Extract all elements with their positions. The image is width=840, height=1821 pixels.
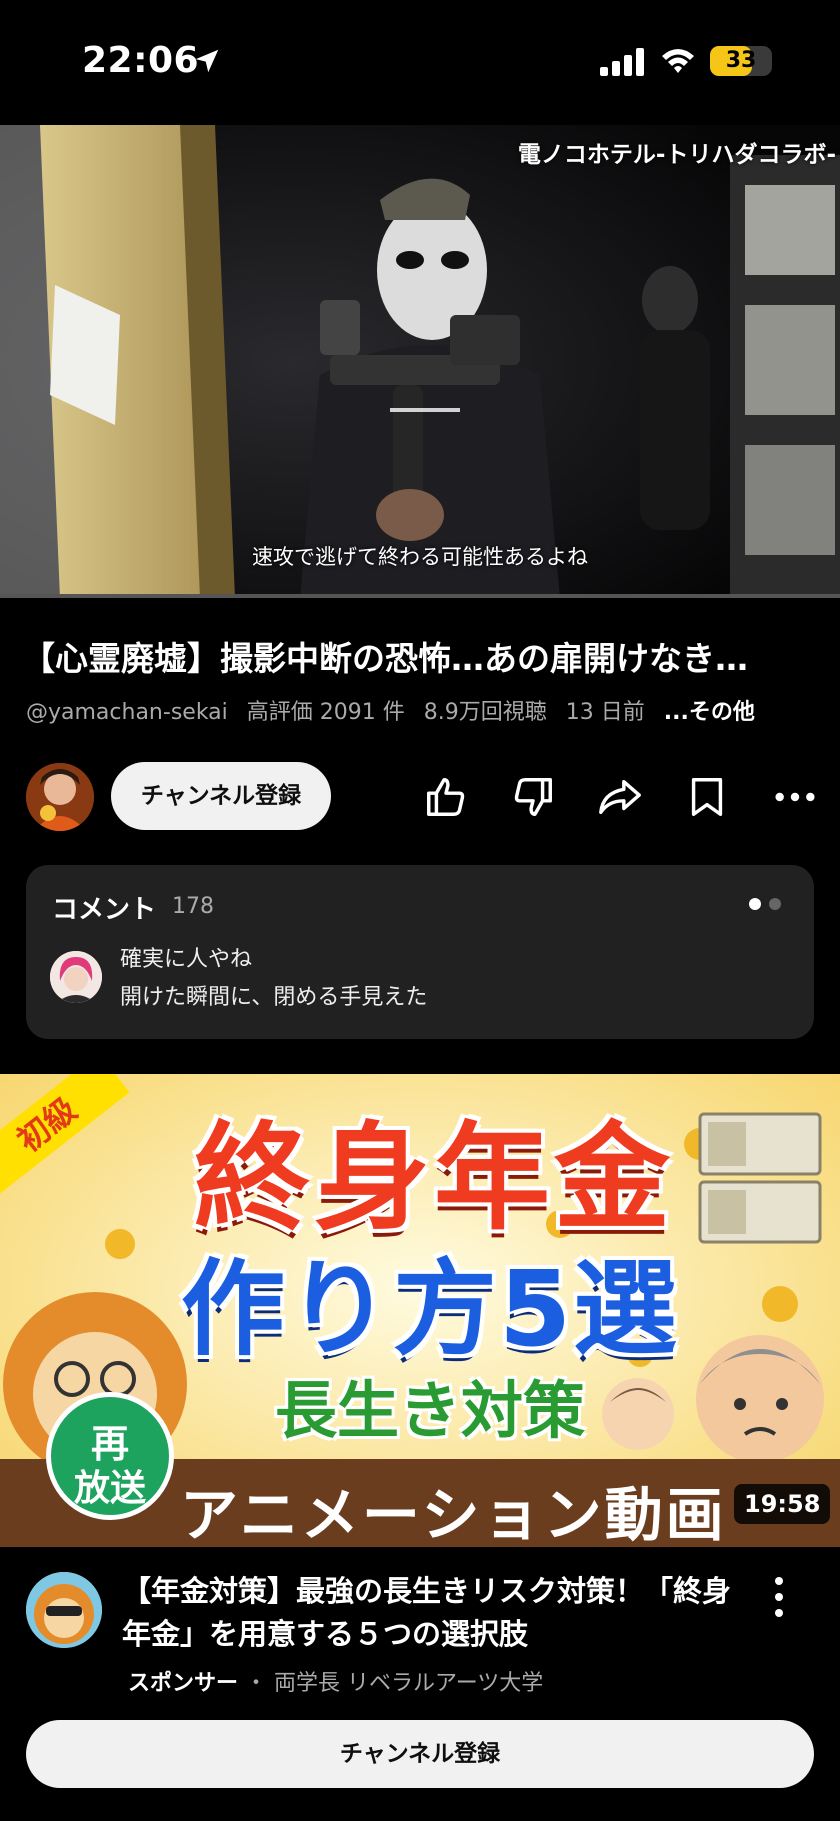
comment-text-line1: 確実に人やね [120, 947, 253, 972]
status-bar: 22:06 33 [0, 0, 840, 125]
video-subtitle: 速攻で逃げて終わる可能性あるよね [252, 545, 588, 569]
location-arrow-icon [195, 49, 219, 73]
video-watermark: 電ノコホテル-トリハダコラボ- [517, 142, 836, 168]
video-frame [0, 125, 840, 598]
video-progress-track[interactable] [0, 594, 840, 598]
status-time: 22:06 [82, 40, 200, 81]
more-icon[interactable] [772, 774, 818, 820]
ad-subscribe-button[interactable]: チャンネル登録 [26, 1720, 814, 1788]
ad-channel-avatar[interactable] [26, 1572, 102, 1648]
ad-thumb-title3: 長生き対策 [274, 1374, 585, 1447]
sponsor-label: スポンサー [128, 1671, 239, 1696]
ad-thumb-band-text: アニメーション動画 [180, 1481, 727, 1547]
ad-thumbnail[interactable]: 初級 終身年金 作り方5選 長生き対策 アニメーション動画 再 放送 19:58 [0, 1074, 840, 1547]
more-description-link[interactable]: ...その他 [664, 700, 755, 725]
video-duration-badge: 19:58 [734, 1484, 831, 1524]
video-player[interactable]: 電ノコホテル-トリハダコラボ- 速攻で逃げて終わる可能性あるよね [0, 125, 840, 598]
video-meta[interactable]: @yamachan-sekai 高評価 2091 件 8.9万回視聴 13 日前… [26, 694, 755, 726]
ad-channel-name[interactable]: 両学長 リベラルアーツ大学 [274, 1671, 543, 1696]
save-icon[interactable] [684, 774, 730, 820]
battery-level-text: 33 [725, 48, 757, 73]
comments-label: コメント [52, 895, 157, 925]
meta-separator: ・ [245, 1671, 268, 1696]
video-title[interactable]: 【心霊廃墟】撮影中断の恐怖…あの扉開けなき… [22, 632, 822, 680]
channel-handle[interactable]: @yamachan-sekai [26, 700, 228, 725]
upload-age: 13 日前 [565, 700, 645, 725]
battery-icon: 33 [710, 46, 772, 76]
comments-count: 178 [172, 894, 214, 919]
ad-title[interactable]: 【年金対策】最強の長生きリスク対策！「終身年金」を用意する５つの選択肢 [122, 1570, 742, 1656]
action-row: チャンネル登録 [0, 760, 840, 832]
ad-meta: スポンサー ・ 両学長 リベラルアーツ大学 [128, 1665, 543, 1697]
subscribe-button[interactable]: チャンネル登録 [111, 762, 331, 830]
thumbs-down-icon[interactable] [510, 774, 556, 820]
view-count: 8.9万回視聴 [423, 700, 547, 725]
cellular-signal-icon [600, 48, 644, 76]
kebab-menu-icon[interactable] [764, 1574, 794, 1620]
comment-text-line2: 開けた瞬間に、閉める手見えた [120, 985, 428, 1010]
carousel-dots-icon [749, 898, 781, 910]
comments-card[interactable]: コメント 178 確実に人やね 開けた瞬間に、閉める手見えた [26, 865, 814, 1039]
channel-avatar[interactable] [26, 763, 94, 831]
like-count: 高評価 2091 件 [246, 700, 405, 725]
commenter-avatar [50, 951, 102, 1003]
thumbs-up-icon[interactable] [423, 774, 469, 820]
ad-thumb-title2: 作り方5選 [180, 1248, 680, 1370]
wifi-icon [662, 49, 694, 73]
ad-rerun-badge: 再 放送 [46, 1392, 174, 1520]
share-icon[interactable] [597, 774, 643, 820]
